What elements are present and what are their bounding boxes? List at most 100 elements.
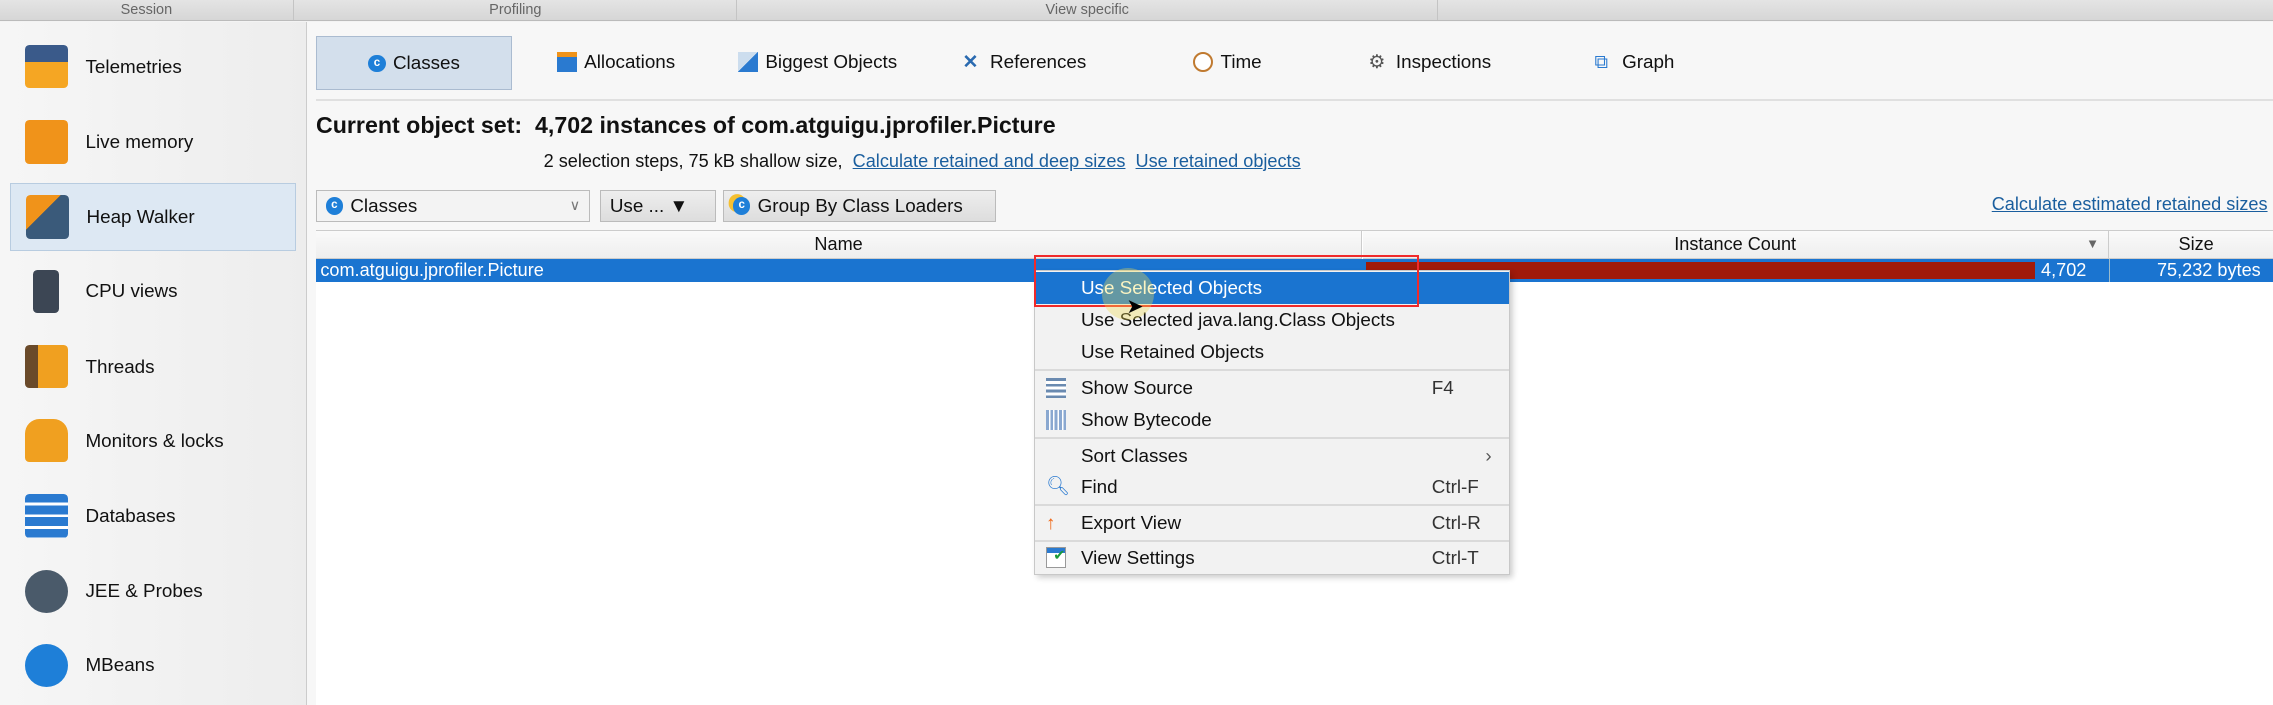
chevron-down-icon: ∨ [569,197,581,214]
menu-label: Find [1080,475,1118,497]
live-memory-icon [24,120,69,164]
cpu-icon [33,269,60,314]
group-by-class-loaders-button[interactable]: c Group By Class Loaders [723,189,996,222]
button-label: Group By Class Loaders [757,194,963,216]
section-session: Session [0,0,294,21]
sidebar-item-label: JEE & Probes [85,580,203,602]
cell-size: 75,232 bytes [2156,260,2261,280]
sidebar-item-label: MBeans [85,654,155,676]
view-tabs: c Classes Allocations Biggest Objects ✕ Re… [316,36,2273,91]
menu-label: Show Source [1080,377,1193,399]
column-size[interactable]: Size [2109,231,2273,259]
tab-biggest-objects[interactable]: Biggest Objects [737,36,898,88]
menu-shortcut: Ctrl-R [1431,511,1481,533]
sidebar-item-threads[interactable]: Threads [10,333,294,400]
menu-item-sort-classes[interactable]: Sort Classes › [1035,440,1509,472]
section-header: Session Profiling View specific [0,0,2273,22]
sidebar-item-mbeans[interactable]: MBeans [10,632,294,699]
source-icon [1046,377,1067,399]
menu-label: Export View [1080,511,1182,533]
menu-label: Sort Classes [1080,445,1188,467]
sidebar: Telemetries Live memory Heap Walker CPU … [0,21,307,705]
menu-shortcut: F4 [1431,377,1454,399]
menu-item-find[interactable]: 🔍︎ Find Ctrl-F [1035,471,1509,503]
tab-label: Time [1220,51,1262,73]
highlight-box [1033,255,1420,308]
tab-allocations[interactable]: Allocations [556,36,676,88]
tab-time[interactable]: Time [1193,36,1262,88]
sidebar-item-monitors-locks[interactable]: Monitors & locks [10,407,294,474]
sidebar-item-label: Monitors & locks [85,429,224,451]
clock-icon [1193,52,1214,73]
menu-separator [1034,437,1509,441]
gauge-icon [24,569,69,614]
menu-separator [1034,369,1509,372]
class-icon: c [325,197,344,215]
sidebar-item-jee-probes[interactable]: JEE & Probes [10,558,294,625]
menu-separator [1034,504,1509,507]
mouse-cursor-icon: ➤ [1126,296,1144,319]
selection-summary: 2 selection steps, 75 kB shallow size, C… [544,151,1301,172]
sidebar-item-label: CPU views [85,280,178,302]
menu-shortcut: Ctrl-F [1431,475,1479,497]
tab-classes[interactable]: c Classes [316,36,513,91]
menu-label: View Settings [1080,546,1195,568]
graph-icon: ⧉ [1594,51,1608,73]
database-icon [24,494,69,538]
tab-graph[interactable]: ⧉ Graph [1595,36,1675,88]
sidebar-item-label: Heap Walker [86,205,195,227]
calculate-estimated-retained-link[interactable]: Calculate estimated retained sizes [1992,194,2268,215]
tab-label: Biggest Objects [765,51,898,73]
calculate-retained-link[interactable]: Calculate retained and deep sizes [853,151,1126,171]
sidebar-item-cpu-views[interactable]: CPU views [10,258,294,325]
tab-inspections[interactable]: ⚙ Inspections [1368,36,1491,88]
heap-walker-icon [25,195,70,239]
tab-label: References [990,51,1087,73]
menu-item-view-settings[interactable]: ✔ View Settings Ctrl-T [1035,542,1509,574]
magnifier-icon: 🔍︎ [1046,475,1071,497]
use-button[interactable]: Use ... ▼ [600,189,717,222]
bytecode-icon [1046,409,1067,431]
export-icon: ↑ [1046,511,1056,533]
page-title: Current object set: 4,702 instances of c… [316,111,1056,138]
selection-steps-text: 2 selection steps, 75 kB shallow size, [543,150,843,171]
view-settings-icon: ✔ [1046,547,1067,568]
sidebar-item-label: Databases [85,505,176,527]
globe-icon [24,643,69,688]
telemetries-icon [24,44,69,89]
references-icon: ✕ [962,51,979,73]
tab-label: Classes [392,52,460,74]
jprofiler-window: Session Profiling View specific Telemetr… [0,0,2273,705]
menu-item-export-view[interactable]: ↑ Export View Ctrl-R [1035,507,1509,539]
view-select[interactable]: c Classes ∨ [316,189,590,222]
menu-item-show-bytecode[interactable]: Show Bytecode [1035,404,1509,436]
cell-instance-count: 4,702 [2041,260,2087,280]
menu-item-use-retained-objects[interactable]: Use Retained Objects [1035,336,1509,368]
tab-label: Graph [1622,51,1675,73]
sidebar-item-label: Threads [85,355,155,377]
context-menu: Use Selected Objects Use Selected java.l… [1033,269,1510,575]
use-retained-link[interactable]: Use retained objects [1136,151,1301,171]
tab-label: Inspections [1395,51,1492,73]
sidebar-item-label: Live memory [85,131,194,153]
menu-item-show-source[interactable]: Show Source F4 [1035,372,1509,404]
sort-desc-icon: ▼ [2086,236,2100,252]
tab-label: Allocations [584,51,676,73]
gear-icon: ⚙ [1368,51,1386,73]
section-profiling: Profiling [294,0,738,21]
class-icon: c [368,54,386,72]
allocations-icon [556,52,577,73]
sidebar-item-telemetries[interactable]: Telemetries [10,33,294,100]
cell-divider [2109,259,2110,283]
divider [316,98,2273,102]
menu-shortcut: Ctrl-T [1431,546,1479,568]
column-instance-count[interactable]: Instance Count ▼ [1362,231,2109,259]
menu-label: Use Retained Objects [1080,340,1265,362]
cell-name: com.atguigu.jprofiler.Picture [320,260,544,280]
sidebar-item-heap-walker[interactable]: Heap Walker [10,182,297,252]
sidebar-item-live-memory[interactable]: Live memory [10,109,294,176]
tab-references[interactable]: ✕ References [963,36,1087,88]
sidebar-item-databases[interactable]: Databases [10,483,294,550]
column-label: Instance Count [1674,234,1797,255]
threads-icon [24,344,69,389]
